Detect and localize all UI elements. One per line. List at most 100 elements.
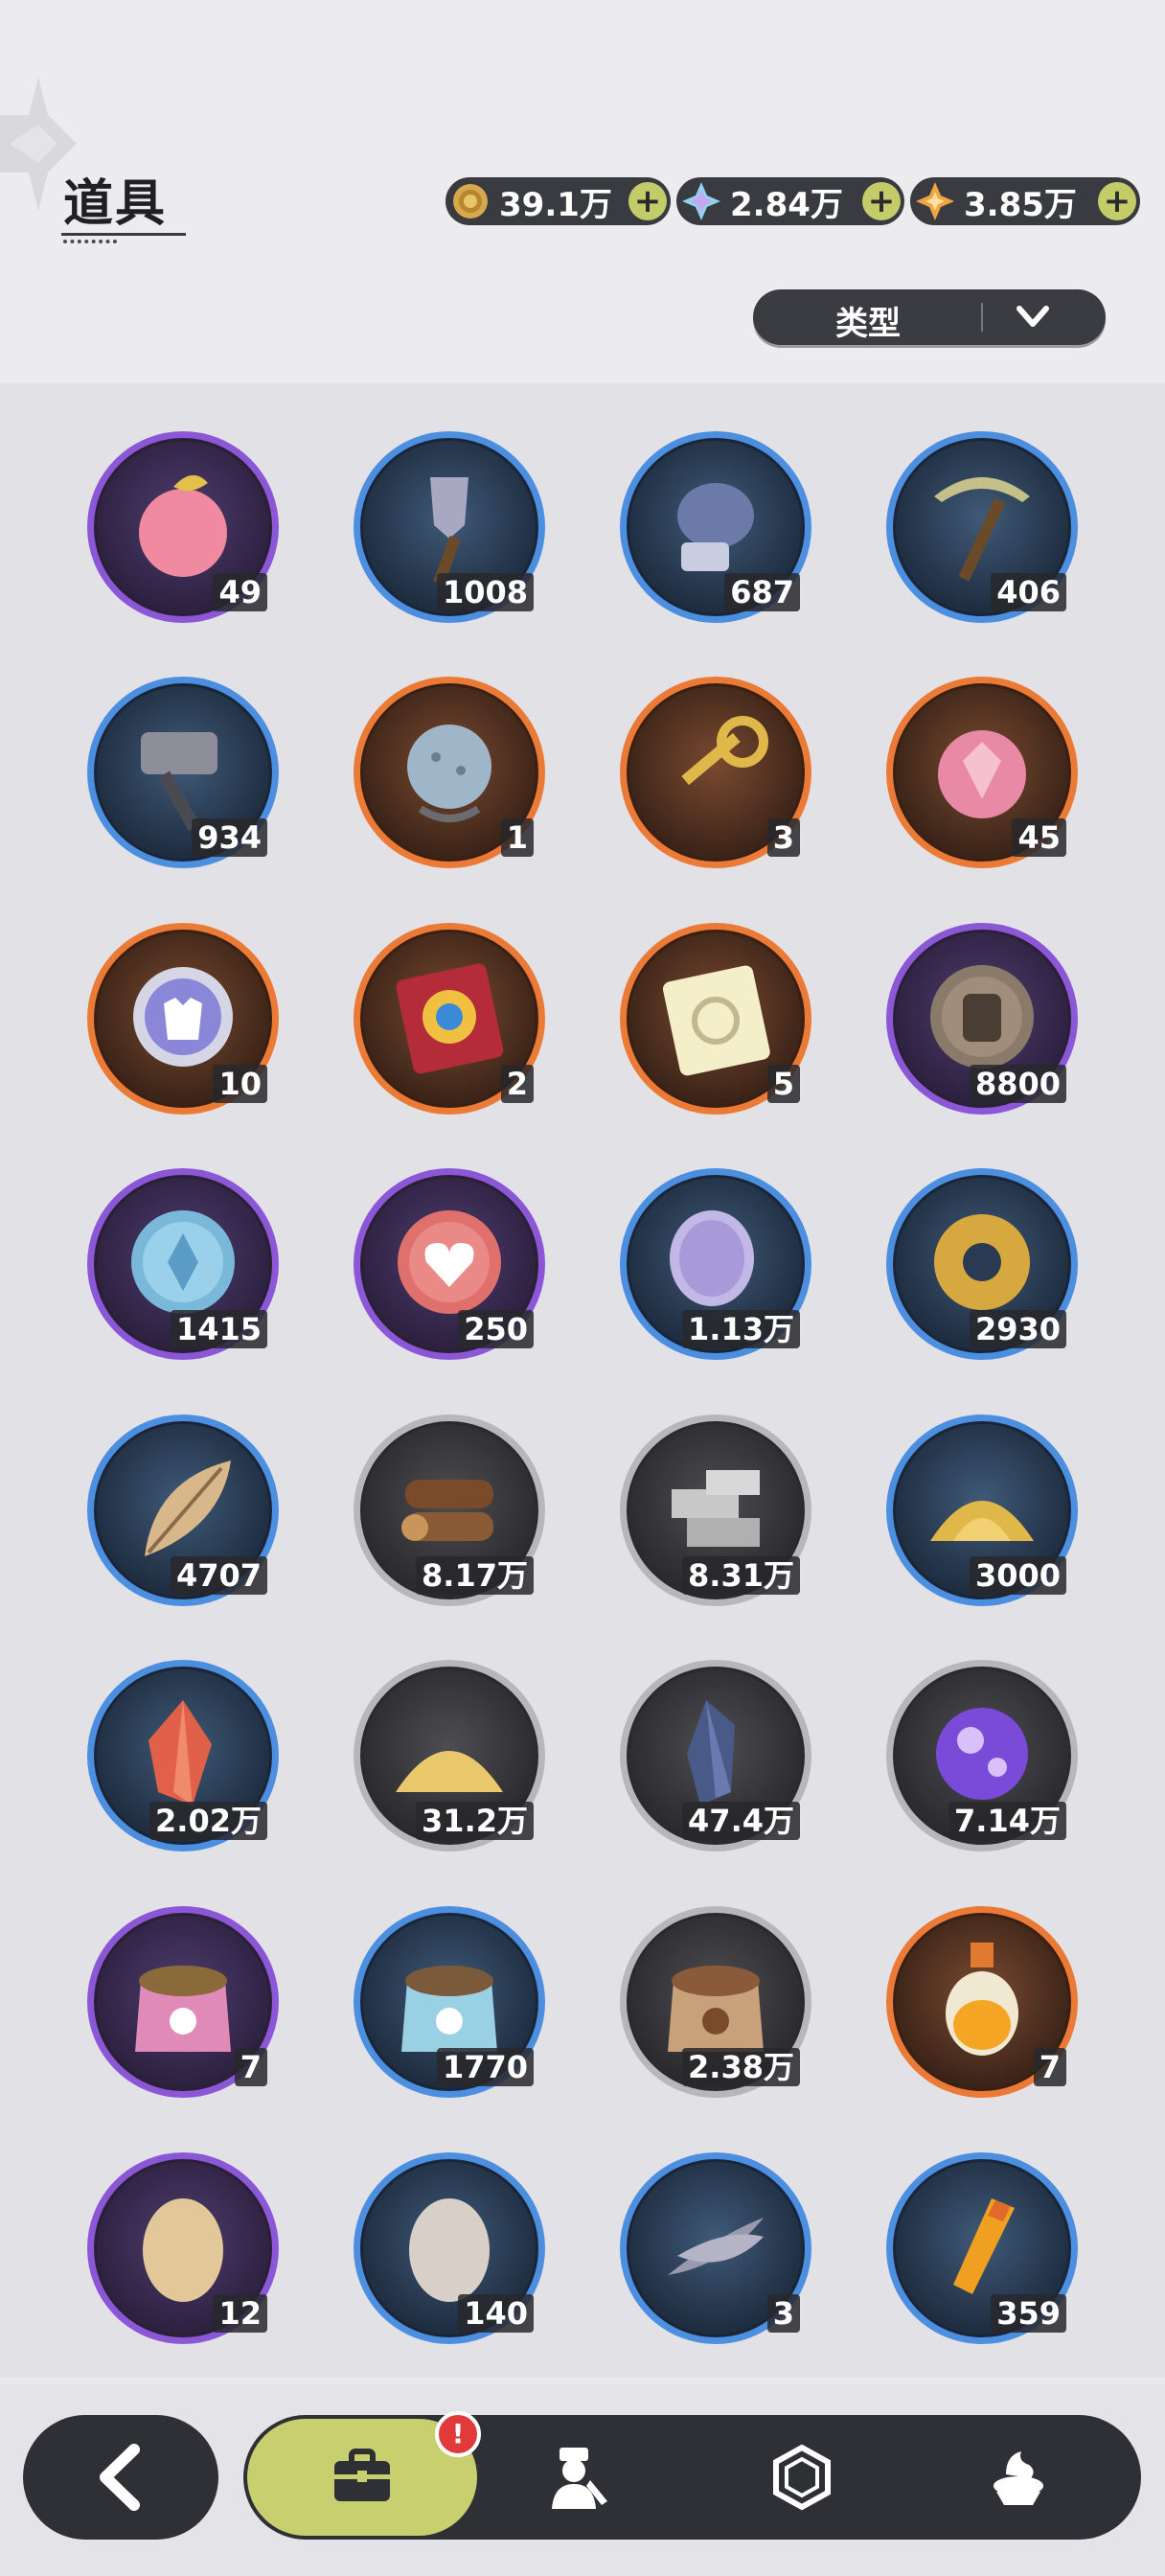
white-egg-icon — [409, 2198, 490, 2302]
item-yellow-sand[interactable]: 31.2万 — [354, 1660, 545, 1852]
blue-medal-icon — [131, 1210, 235, 1314]
item-count: 934 — [192, 818, 267, 857]
title-dots — [63, 240, 117, 247]
item-count: 4707 — [170, 1556, 267, 1595]
item-count: 8.31万 — [682, 1556, 800, 1595]
item-count: 1770 — [436, 2048, 534, 2086]
brown-pet-food-icon — [668, 1966, 764, 2052]
shovel-icon — [430, 477, 468, 586]
character-icon[interactable] — [542, 2442, 613, 2513]
item-gear[interactable]: 2930 — [886, 1168, 1078, 1360]
title-underline — [61, 233, 186, 236]
item-scale-stone[interactable]: 1.13万 — [620, 1168, 811, 1360]
gauntlet-icon — [677, 483, 754, 571]
item-blue-medal[interactable]: 1415 — [87, 1168, 279, 1360]
gear-icon — [934, 1214, 1030, 1310]
crystal-gem-icon — [680, 180, 722, 222]
gold-coin-icon — [449, 180, 491, 222]
bag-icon — [334, 2449, 390, 2501]
leaf-icon — [145, 1460, 231, 1556]
add-crystal-button[interactable]: + — [862, 182, 901, 220]
item-orange-vial[interactable]: 359 — [886, 2152, 1078, 2344]
item-count: 45 — [1012, 818, 1066, 857]
item-pink-pet-food[interactable]: 7 — [87, 1906, 279, 2098]
item-golden-key[interactable]: 3 — [620, 677, 811, 868]
item-white-egg[interactable]: 140 — [354, 2152, 545, 2344]
item-count: 3 — [766, 2294, 800, 2333]
dessert-icon[interactable] — [983, 2442, 1054, 2513]
item-count: 10 — [213, 1065, 267, 1103]
item-dark-crystal[interactable]: 47.4万 — [620, 1660, 811, 1852]
fist-medal-icon — [930, 965, 1034, 1069]
currency-crystal-value: 2.84万 — [730, 185, 843, 224]
dark-crystal-icon — [687, 1700, 735, 1806]
item-shovel[interactable]: 1008 — [354, 431, 545, 623]
item-gauntlet[interactable]: 687 — [620, 431, 811, 623]
item-count: 8800 — [969, 1065, 1066, 1103]
item-gold-sand[interactable]: 3000 — [886, 1414, 1078, 1606]
item-count: 3 — [766, 818, 800, 857]
item-brown-pet-food[interactable]: 2.38万 — [620, 1906, 811, 2098]
item-outfit-coin[interactable]: 10 — [87, 923, 279, 1115]
item-count: 406 — [991, 573, 1066, 611]
feathers-icon — [668, 2218, 764, 2275]
item-count: 47.4万 — [682, 1802, 800, 1840]
item-count: 12 — [213, 2294, 267, 2333]
item-count: 31.2万 — [416, 1802, 534, 1840]
item-peach-fruit[interactable]: 49 — [87, 431, 279, 623]
purple-orb-icon — [936, 1708, 1028, 1800]
notification-badge: ! — [435, 2411, 481, 2457]
item-hammer[interactable]: 934 — [87, 677, 279, 868]
header: 道具 39.1万 + 2.84万 + 3.85万 + 类型 — [0, 0, 1165, 383]
item-feathers[interactable]: 3 — [620, 2152, 811, 2344]
item-crystal-fruit[interactable]: 45 — [886, 677, 1078, 868]
gold-sand-icon — [930, 1501, 1034, 1541]
item-leaf[interactable]: 4707 — [87, 1414, 279, 1606]
item-potion-bottle[interactable]: 7 — [886, 1906, 1078, 2098]
item-count: 1 — [500, 818, 534, 857]
currency-star-value: 3.85万 — [964, 185, 1077, 224]
item-count: 49 — [213, 573, 267, 611]
rainbow-ticket-icon — [662, 965, 770, 1076]
red-crystal-icon — [148, 1700, 212, 1806]
item-heart-medal[interactable]: 250 — [354, 1168, 545, 1360]
add-gold-button[interactable]: + — [628, 182, 667, 220]
hexagon-icon[interactable] — [766, 2442, 837, 2513]
item-blue-pet-food[interactable]: 1770 — [354, 1906, 545, 2098]
item-purple-orb[interactable]: 7.14万 — [886, 1660, 1078, 1852]
pickaxe-icon — [934, 477, 1030, 582]
heart-medal-icon — [398, 1210, 501, 1314]
currency-crystal: 2.84万 + — [676, 177, 904, 225]
item-rainbow-ticket[interactable]: 5 — [620, 923, 811, 1115]
item-tan-egg[interactable]: 12 — [87, 2152, 279, 2344]
stone-bricks-icon — [672, 1470, 760, 1547]
item-count: 1415 — [170, 1310, 267, 1348]
scale-stone-icon — [670, 1210, 754, 1306]
item-wood-logs[interactable]: 8.17万 — [354, 1414, 545, 1606]
type-filter-label: 类型 — [835, 305, 901, 343]
item-count: 5 — [766, 1065, 800, 1103]
item-count: 140 — [458, 2294, 534, 2333]
item-pickaxe[interactable]: 406 — [886, 431, 1078, 623]
item-count: 359 — [991, 2294, 1066, 2333]
item-count: 2 — [500, 1065, 534, 1103]
item-count: 7.14万 — [948, 1802, 1066, 1840]
back-button[interactable] — [23, 2415, 218, 2540]
item-stone-bricks[interactable]: 8.31万 — [620, 1414, 811, 1606]
chevron-down-icon — [1017, 306, 1049, 327]
item-spiked-ball[interactable]: 1 — [354, 677, 545, 868]
outfit-coin-icon — [133, 967, 233, 1067]
item-count: 7 — [234, 2048, 267, 2086]
star-gem-icon — [914, 180, 956, 222]
yellow-sand-icon — [396, 1751, 503, 1792]
add-star-button[interactable]: + — [1098, 182, 1136, 220]
item-count: 1.13万 — [682, 1310, 800, 1348]
item-wheel-ticket[interactable]: 2 — [354, 923, 545, 1115]
currency-star: 3.85万 + — [910, 177, 1140, 225]
type-filter-dropdown[interactable]: 类型 — [753, 289, 1106, 345]
item-grid: 49 1008 687 406 934 1 3 45 10 2 5 8800 1415 250 1.13万 2… — [0, 383, 1165, 2377]
spiked-ball-icon — [407, 724, 491, 822]
item-fist-medal[interactable]: 8800 — [886, 923, 1078, 1115]
item-red-crystal[interactable]: 2.02万 — [87, 1660, 279, 1852]
item-count: 7 — [1033, 2048, 1066, 2086]
